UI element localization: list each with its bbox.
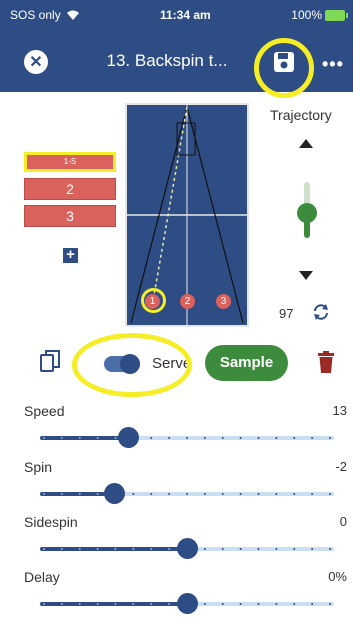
speed-slider-track[interactable] bbox=[40, 436, 334, 440]
status-right: 100% bbox=[291, 8, 348, 22]
serve-label: Serve bbox=[152, 355, 192, 372]
ball-marker-3[interactable]: 3 bbox=[216, 294, 231, 309]
status-time: 11:34 am bbox=[160, 8, 211, 22]
trajectory-label: Trajectory bbox=[270, 107, 332, 123]
sequence-item-3[interactable]: 3 bbox=[24, 205, 116, 227]
spin-value: -2 bbox=[335, 459, 347, 474]
battery-percent: 100% bbox=[291, 8, 322, 22]
drill-title: 13. Backspin t... bbox=[106, 51, 228, 70]
sidespin-label: Sidespin bbox=[24, 514, 78, 530]
trajectory-up-icon[interactable] bbox=[299, 139, 313, 148]
ball-marker-1[interactable]: 1 bbox=[145, 294, 160, 309]
serve-toggle-knob[interactable] bbox=[120, 354, 140, 374]
trash-icon[interactable] bbox=[318, 351, 334, 373]
copy-icon[interactable] bbox=[40, 350, 60, 372]
table-diagram[interactable]: 1 2 3 bbox=[125, 103, 249, 327]
speed-value: 13 bbox=[332, 403, 347, 418]
carrier-text: SOS only bbox=[10, 8, 61, 22]
battery-icon bbox=[325, 9, 348, 21]
delay-slider-thumb[interactable] bbox=[177, 593, 198, 614]
refresh-icon[interactable] bbox=[311, 302, 331, 322]
sidespin-slider-thumb[interactable] bbox=[177, 538, 198, 559]
sample-button[interactable]: Sample bbox=[205, 345, 288, 381]
delay-label: Delay bbox=[24, 569, 60, 585]
close-icon[interactable]: ✕ bbox=[24, 50, 48, 74]
table-lines bbox=[127, 105, 247, 325]
trajectory-value: 97 bbox=[279, 306, 294, 321]
trajectory-slider-thumb[interactable] bbox=[297, 202, 317, 223]
sequence-item-1[interactable]: 1-S bbox=[24, 152, 116, 172]
wifi-icon bbox=[66, 10, 79, 20]
delay-value: 0% bbox=[328, 569, 347, 584]
speed-slider-thumb[interactable] bbox=[118, 427, 140, 448]
status-bar: SOS only 11:34 am 100% bbox=[0, 0, 353, 30]
add-ball-button[interactable]: + bbox=[63, 247, 78, 263]
more-horizontal-icon[interactable]: ••• bbox=[322, 54, 344, 75]
sequence-item-2[interactable]: 2 bbox=[24, 178, 116, 200]
status-left: SOS only bbox=[10, 8, 80, 22]
trajectory-down-icon[interactable] bbox=[299, 271, 313, 280]
speed-label: Speed bbox=[24, 403, 65, 419]
spin-slider-ticks bbox=[43, 493, 331, 495]
speed-slider-ticks bbox=[43, 437, 331, 439]
sidespin-value: 0 bbox=[339, 514, 347, 529]
spin-slider-thumb[interactable] bbox=[103, 483, 125, 504]
spin-label: Spin bbox=[24, 459, 53, 475]
save-icon[interactable] bbox=[272, 50, 296, 74]
top-bar: ✕ 13. Backspin t... ••• bbox=[0, 30, 353, 92]
ball-marker-2[interactable]: 2 bbox=[180, 294, 195, 309]
spin-slider-track[interactable] bbox=[40, 492, 334, 496]
